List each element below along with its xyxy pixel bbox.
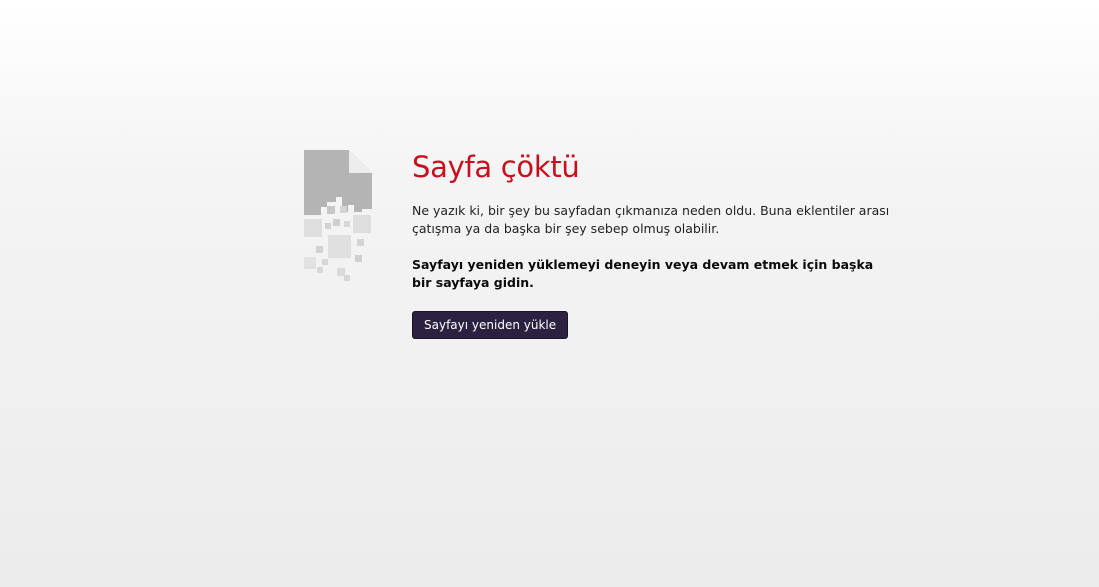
reload-page-button[interactable]: Sayfayı yeniden yükle [412, 310, 569, 339]
page-title: Sayfa çöktü [412, 150, 580, 184]
error-description: Ne yazık ki, bir şey bu sayfadan çıkmanı… [412, 202, 890, 236]
error-advice: Sayfayı yeniden yüklemeyi deneyin veya d… [412, 256, 874, 290]
error-content: Sayfa çöktü Ne yazık ki, bir şey bu sayf… [412, 150, 892, 339]
broken-page-icon [303, 149, 373, 283]
